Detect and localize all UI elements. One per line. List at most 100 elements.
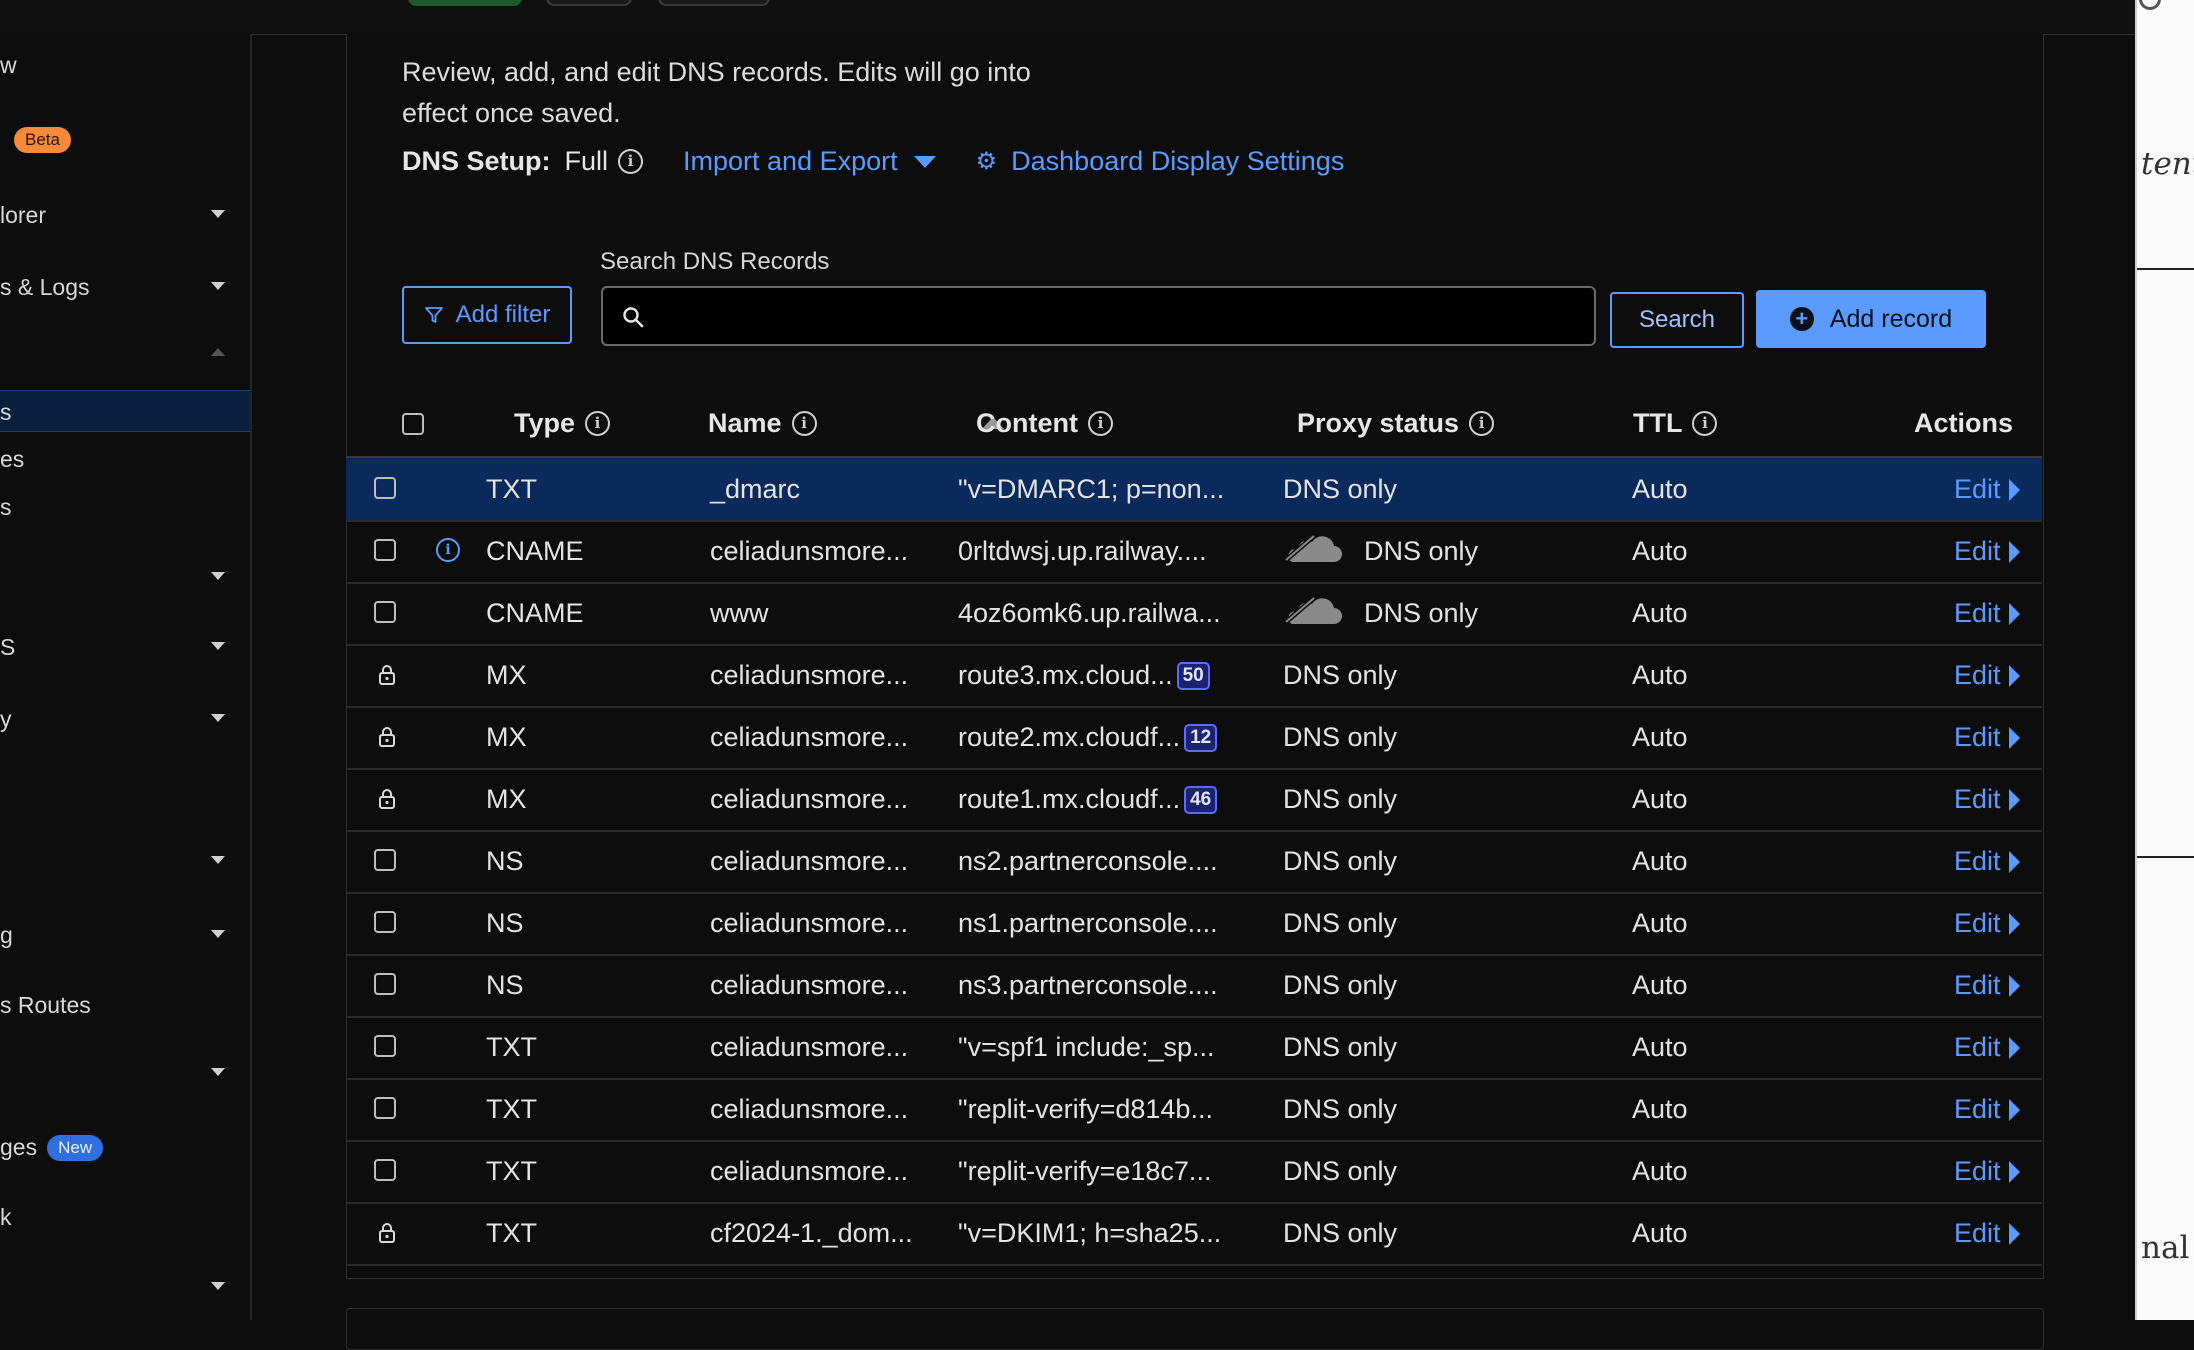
checkbox[interactable] <box>402 413 424 435</box>
edit-button[interactable]: Edit <box>1954 660 2020 691</box>
checkbox[interactable] <box>374 1097 396 1119</box>
edit-button[interactable]: Edit <box>1954 722 2020 753</box>
table-row[interactable]: CNAME www 4oz6omk6.up.railwa... DNS only Aut… <box>346 582 2042 646</box>
column-proxy-status[interactable]: Proxy status i <box>1297 408 1495 439</box>
chevron-down-icon[interactable] <box>211 714 225 722</box>
sidebar-item[interactable] <box>0 1052 250 1092</box>
sidebar-item[interactable]: g <box>0 914 250 954</box>
row-checkbox[interactable] <box>374 601 396 623</box>
top-tab-pill[interactable] <box>546 0 632 6</box>
add-filter-button[interactable]: Add filter <box>402 286 572 344</box>
chevron-down-icon[interactable] <box>211 642 225 650</box>
top-tab-pill[interactable] <box>408 0 522 6</box>
lock-icon <box>378 786 396 817</box>
edit-button[interactable]: Edit <box>1954 1032 2020 1063</box>
sidebar-item[interactable]: s <box>0 486 250 526</box>
proxy-status: DNS only <box>1283 1156 1398 1186</box>
info-icon[interactable]: i <box>791 411 817 436</box>
table-row[interactable]: TXT celiadunsmore... "replit-verify=e18c7.… <box>346 1140 2042 1204</box>
column-ttl[interactable]: TTL i <box>1633 408 1718 439</box>
checkbox[interactable] <box>374 849 396 871</box>
checkbox[interactable] <box>374 1035 396 1057</box>
chevron-down-icon[interactable] <box>211 1282 225 1290</box>
row-checkbox[interactable] <box>374 1035 396 1057</box>
add-record-button[interactable]: + Add record <box>1756 290 1986 348</box>
search-button[interactable]: Search <box>1610 292 1744 348</box>
table-row[interactable]: NS celiadunsmore... ns3.partnerconsole....… <box>346 954 2042 1018</box>
sidebar-item[interactable] <box>0 840 250 880</box>
info-icon[interactable]: i <box>436 538 460 562</box>
column-name[interactable]: Name i <box>708 408 817 439</box>
edit-button[interactable]: Edit <box>1954 1156 2020 1187</box>
table-row[interactable]: MX celiadunsmore... route2.mx.cloudf... 12 D… <box>346 706 2042 770</box>
column-content[interactable]: Content i <box>976 408 1113 439</box>
info-icon[interactable]: i <box>1087 411 1113 436</box>
sidebar-item[interactable]: lorer <box>0 194 250 234</box>
edit-button[interactable]: Edit <box>1954 846 2020 877</box>
table-row[interactable]: MX celiadunsmore... route1.mx.cloudf... 46 D… <box>346 768 2042 832</box>
sidebar-item[interactable]: ges New <box>0 1126 250 1166</box>
sidebar-item[interactable] <box>0 556 250 596</box>
row-checkbox[interactable] <box>374 1159 396 1181</box>
table-row[interactable]: NS celiadunsmore... ns1.partnerconsole....… <box>346 892 2042 956</box>
edit-button[interactable]: Edit <box>1954 908 2020 939</box>
table-row[interactable]: NS celiadunsmore... ns2.partnerconsole....… <box>346 830 2042 894</box>
edit-button[interactable]: Edit <box>1954 970 2020 1001</box>
table-row[interactable]: TXT celiadunsmore... "v=spf1 include:_sp..… <box>346 1016 2042 1080</box>
chevron-down-icon[interactable] <box>211 572 225 580</box>
search-field[interactable] <box>601 286 1596 346</box>
edit-label: Edit <box>1954 1032 2001 1062</box>
top-tab-pill[interactable] <box>658 0 770 6</box>
edit-button[interactable]: Edit <box>1954 598 2020 629</box>
info-icon[interactable]: i <box>618 149 644 174</box>
edit-button[interactable]: Edit <box>1954 474 2020 505</box>
checkbox[interactable] <box>374 477 396 499</box>
checkbox[interactable] <box>374 911 396 933</box>
sidebar-item[interactable]: s & Logs <box>0 266 250 306</box>
row-checkbox[interactable] <box>374 849 396 871</box>
edit-button[interactable]: Edit <box>1954 536 2020 567</box>
table-row[interactable]: i CNAME celiadunsmore... 0rltdwsj.up.railwa… <box>346 520 2042 584</box>
chevron-down-icon[interactable] <box>211 282 225 290</box>
chevron-down-icon[interactable] <box>211 930 225 938</box>
row-checkbox[interactable] <box>374 477 396 499</box>
table-row[interactable]: TXT cf2024-1._dom... "v=DKIM1; h=sha25... D… <box>346 1202 2042 1266</box>
checkbox[interactable] <box>374 539 396 561</box>
row-checkbox[interactable] <box>374 1097 396 1119</box>
chevron-down-icon[interactable] <box>211 856 225 864</box>
edit-button[interactable]: Edit <box>1954 1218 2020 1249</box>
sidebar-item[interactable]: Beta <box>0 118 250 158</box>
edit-button[interactable]: Edit <box>1954 1094 2020 1125</box>
checkbox[interactable] <box>374 1159 396 1181</box>
sidebar-item[interactable]: s <box>0 390 250 432</box>
chevron-down-icon[interactable] <box>211 210 225 218</box>
sidebar-item[interactable] <box>0 1266 250 1306</box>
table-row[interactable]: TXT _dmarc "v=DMARC1; p=non... DNS only Auto… <box>346 458 2042 522</box>
sidebar-item[interactable]: k <box>0 1196 250 1236</box>
edit-button[interactable]: Edit <box>1954 784 2020 815</box>
checkbox[interactable] <box>374 601 396 623</box>
sidebar-item[interactable]: S <box>0 626 250 666</box>
table-row[interactable]: TXT celiadunsmore... "replit-verify=d814b.… <box>346 1078 2042 1142</box>
row-checkbox[interactable] <box>374 911 396 933</box>
row-checkbox[interactable] <box>374 973 396 995</box>
row-checkbox[interactable] <box>374 539 396 561</box>
dashboard-display-settings-link[interactable]: Dashboard Display Settings <box>1011 146 1344 177</box>
import-export-dropdown[interactable]: Import and Export <box>683 146 936 177</box>
search-input[interactable] <box>659 296 1583 338</box>
sidebar-item[interactable]: s Routes <box>0 984 250 1024</box>
column-type[interactable]: Type i <box>514 408 611 439</box>
chevron-down-icon[interactable] <box>211 1068 225 1076</box>
info-icon[interactable]: i <box>1692 411 1718 436</box>
table-row[interactable]: MX celiadunsmore... route3.mx.cloud... 50 DN… <box>346 644 2042 708</box>
sidebar-item[interactable]: es <box>0 438 250 478</box>
sidebar-item[interactable]: w <box>0 44 250 84</box>
sidebar-item[interactable] <box>0 332 250 372</box>
checkbox[interactable] <box>374 973 396 995</box>
info-icon[interactable]: i <box>1469 411 1495 436</box>
gear-icon[interactable]: ⚙ <box>976 147 998 176</box>
select-all-checkbox[interactable] <box>402 413 424 435</box>
sidebar-item[interactable]: y <box>0 698 250 738</box>
info-icon[interactable]: i <box>585 411 611 436</box>
chevron-up-icon[interactable] <box>211 348 225 356</box>
